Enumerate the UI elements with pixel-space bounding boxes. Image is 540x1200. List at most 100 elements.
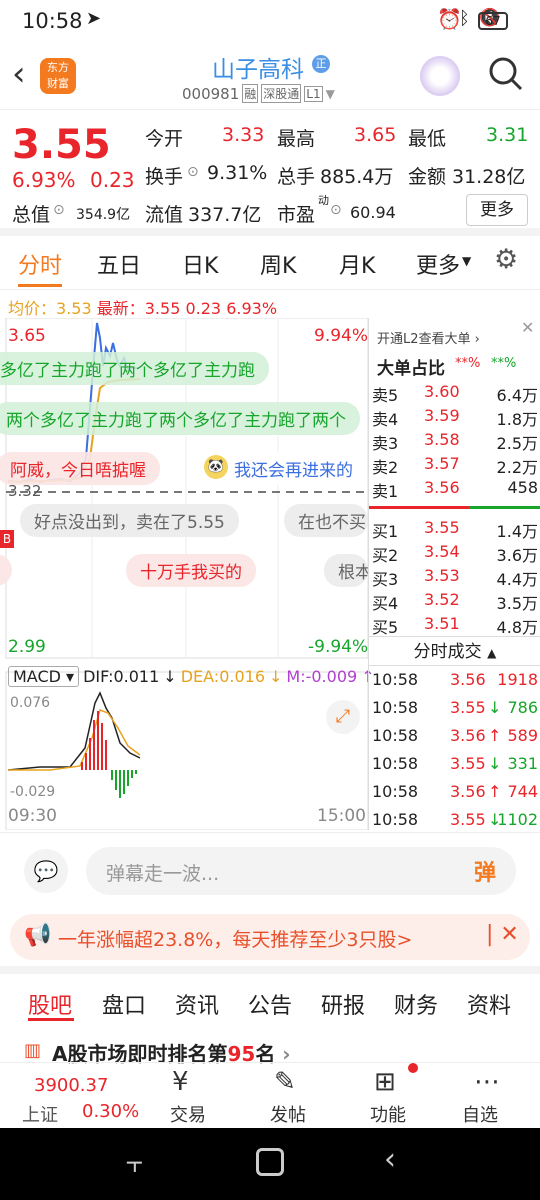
robot-avatar-icon[interactable] bbox=[420, 56, 460, 96]
tag-level: L1 bbox=[304, 85, 323, 102]
danmu-input[interactable]: 弹幕走一波... 弹 bbox=[86, 847, 516, 895]
float-label: 流值 bbox=[145, 204, 184, 226]
expand-icon[interactable]: ⤢ bbox=[326, 700, 360, 734]
tab-news[interactable]: 资讯 bbox=[175, 988, 219, 1020]
close-icon[interactable]: ✕ bbox=[521, 318, 534, 337]
danmu-3[interactable]: 阿威，今日唔掂喔 bbox=[0, 452, 160, 485]
tab-weekly-k[interactable]: 周K bbox=[260, 248, 296, 280]
search-icon[interactable] bbox=[488, 56, 524, 92]
tick-arrow-icon: ↑ bbox=[488, 726, 502, 745]
bottom-nav: 3900.37 上证 0.30% ¥ 交易 ✎ 发帖 ⊞ 功能 ⋯ 自选 bbox=[0, 1062, 540, 1128]
promo-banner[interactable]: 📢 一年涨幅超23.8%，每天推荐至少3只股> | ✕ bbox=[10, 914, 530, 960]
post-icon[interactable]: ✎ bbox=[274, 1067, 296, 1097]
tab-market[interactable]: 盘口 bbox=[102, 988, 146, 1020]
turnover-label: 换手 bbox=[145, 166, 184, 188]
telegram-icon: ➤ bbox=[86, 8, 102, 29]
bid-price: 3.51 bbox=[424, 614, 460, 633]
tab-intraday[interactable]: 分时 bbox=[18, 248, 62, 280]
tab-daily-k[interactable]: 日K bbox=[182, 248, 218, 280]
ask-label: 卖1 bbox=[372, 482, 399, 501]
turnover-value: 9.31% bbox=[207, 162, 268, 184]
big-order-b: **% bbox=[491, 356, 517, 371]
gear-icon[interactable]: ⚙ bbox=[494, 244, 518, 275]
caret-down-icon[interactable]: ▼ bbox=[462, 254, 471, 268]
apps-grid-icon[interactable]: ⊞ bbox=[374, 1067, 396, 1097]
index-value[interactable]: 3900.37 bbox=[34, 1075, 108, 1096]
nav-trade[interactable]: 交易 bbox=[170, 1101, 206, 1127]
low-label: 最低 bbox=[408, 128, 447, 150]
bid-volume: 3.5万 bbox=[496, 594, 538, 613]
danmu-8[interactable]: 根本 bbox=[324, 554, 368, 587]
ask-row[interactable]: 卖4 3.59 1.8万 bbox=[372, 406, 538, 430]
ask-row[interactable]: 卖2 3.57 2.2万 bbox=[372, 454, 538, 478]
tab-notices[interactable]: 公告 bbox=[248, 988, 292, 1020]
danmu-settings-icon[interactable]: 💬 bbox=[24, 849, 68, 893]
ask-volume: 1.8万 bbox=[496, 410, 538, 429]
bid-row[interactable]: 买1 3.55 1.4万 bbox=[372, 518, 538, 542]
stock-name[interactable]: 山子高科 bbox=[212, 50, 304, 84]
recent-apps-icon[interactable]: ⫟ bbox=[126, 1146, 143, 1180]
danmu-2[interactable]: 两个多亿了主力跑了两个多亿了主力跑了两个 bbox=[0, 402, 360, 435]
nav-post[interactable]: 发帖 bbox=[270, 1101, 306, 1127]
more-dots-icon[interactable]: ⋯ bbox=[474, 1067, 500, 1097]
ask-price: 3.58 bbox=[424, 430, 460, 449]
tab-forum[interactable]: 股吧 bbox=[28, 988, 72, 1020]
bid-row[interactable]: 买2 3.54 3.6万 bbox=[372, 542, 538, 566]
ask-price: 3.57 bbox=[424, 454, 460, 473]
bluetooth-icon: ᛒ bbox=[459, 8, 470, 29]
tab-finance[interactable]: 财务 bbox=[394, 988, 438, 1020]
promo-close-icon[interactable]: | ✕ bbox=[486, 922, 519, 947]
nav-functions[interactable]: 功能 bbox=[370, 1101, 406, 1127]
ask-row[interactable]: 卖3 3.58 2.5万 bbox=[372, 430, 538, 454]
bid-row[interactable]: 买5 3.51 4.8万 bbox=[372, 614, 538, 638]
bid-volume: 4.8万 bbox=[496, 618, 538, 637]
current-price: 3.55 bbox=[12, 122, 111, 168]
ask-label: 卖5 bbox=[372, 386, 399, 405]
macd-legend: MACD ▾ DIF:0.011 ↓ DEA:0.016 ↓ M:-0.009 ↑ bbox=[8, 666, 375, 687]
ask-row[interactable]: 卖1 3.56 458 bbox=[372, 478, 538, 502]
bid-volume: 1.4万 bbox=[496, 522, 538, 541]
l2-link[interactable]: 开通L2查看大单 › bbox=[377, 328, 480, 347]
danmu-6[interactable]: 在也不买 bbox=[284, 504, 368, 537]
ticks-header[interactable]: 分时成交 ▲ bbox=[369, 636, 540, 666]
bid-row[interactable]: 买3 3.53 4.4万 bbox=[372, 566, 538, 590]
danmu-1[interactable]: 多亿了主力跑了两个多亿了主力跑 bbox=[0, 352, 269, 385]
macd-select[interactable]: MACD ▾ bbox=[8, 666, 80, 687]
bid-price: 3.53 bbox=[424, 566, 460, 585]
intraday-chart[interactable]: 均价：3.53 最新：3.55 0.23 6.93% 3.65 9.94% 3.… bbox=[0, 290, 375, 830]
rank-banner[interactable]: ▥ A股市场即时排名第95名 › bbox=[0, 1024, 540, 1066]
chevron-down-icon[interactable]: ▼ bbox=[326, 87, 335, 101]
tab-monthly-k[interactable]: 月K bbox=[339, 248, 375, 280]
tag-margin: 融 bbox=[242, 84, 259, 103]
tab-underline bbox=[18, 284, 62, 287]
latest-value: 3.55 bbox=[144, 299, 181, 318]
status-bar: 10:58 ➤ ⏰ ᛒ 🔇 67 bbox=[0, 0, 540, 42]
danmu-send-button[interactable]: 弹 bbox=[474, 855, 496, 887]
tick-arrow-icon: ↓ bbox=[488, 754, 502, 773]
quote-panel: 3.55 6.93% 0.23 总值 ⊙ 354.9亿 今开 3.33 最高 3… bbox=[0, 110, 540, 236]
ask-price: 3.60 bbox=[424, 382, 460, 401]
bottom-pct-label: -9.94% bbox=[308, 637, 369, 657]
danmu-7[interactable]: 十万手我买的 bbox=[126, 554, 256, 587]
l2-text: 开通L2查看大单 bbox=[377, 332, 471, 347]
trade-icon[interactable]: ¥ bbox=[172, 1067, 189, 1097]
tab-profile[interactable]: 资料 bbox=[467, 988, 511, 1020]
tick-price: 3.55 bbox=[450, 754, 486, 773]
tick-volume: 589 bbox=[507, 726, 538, 745]
ask-row[interactable]: 卖5 3.60 6.4万 bbox=[372, 382, 538, 406]
back-icon[interactable]: ‹ bbox=[12, 54, 26, 94]
danmu-5[interactable]: 好点没出到，卖在了5.55 bbox=[20, 504, 239, 537]
m-value: M:-0.009 bbox=[286, 667, 358, 686]
bid-row[interactable]: 买4 3.52 3.5万 bbox=[372, 590, 538, 614]
tick-price: 3.56 bbox=[450, 670, 486, 689]
back-nav-icon[interactable]: ‹ bbox=[384, 1142, 396, 1177]
top-price-label: 3.65 bbox=[8, 326, 46, 346]
down-arrow-icon: ↓ bbox=[163, 667, 177, 686]
nav-watchlist[interactable]: 自选 bbox=[462, 1101, 498, 1127]
tab-research[interactable]: 研报 bbox=[321, 988, 365, 1020]
tab-more[interactable]: 更多 bbox=[416, 248, 460, 280]
tab-five-day[interactable]: 五日 bbox=[97, 248, 141, 280]
top-pct-label: 9.94% bbox=[314, 326, 369, 346]
home-icon[interactable] bbox=[256, 1148, 284, 1176]
more-button[interactable]: 更多 bbox=[466, 194, 528, 226]
